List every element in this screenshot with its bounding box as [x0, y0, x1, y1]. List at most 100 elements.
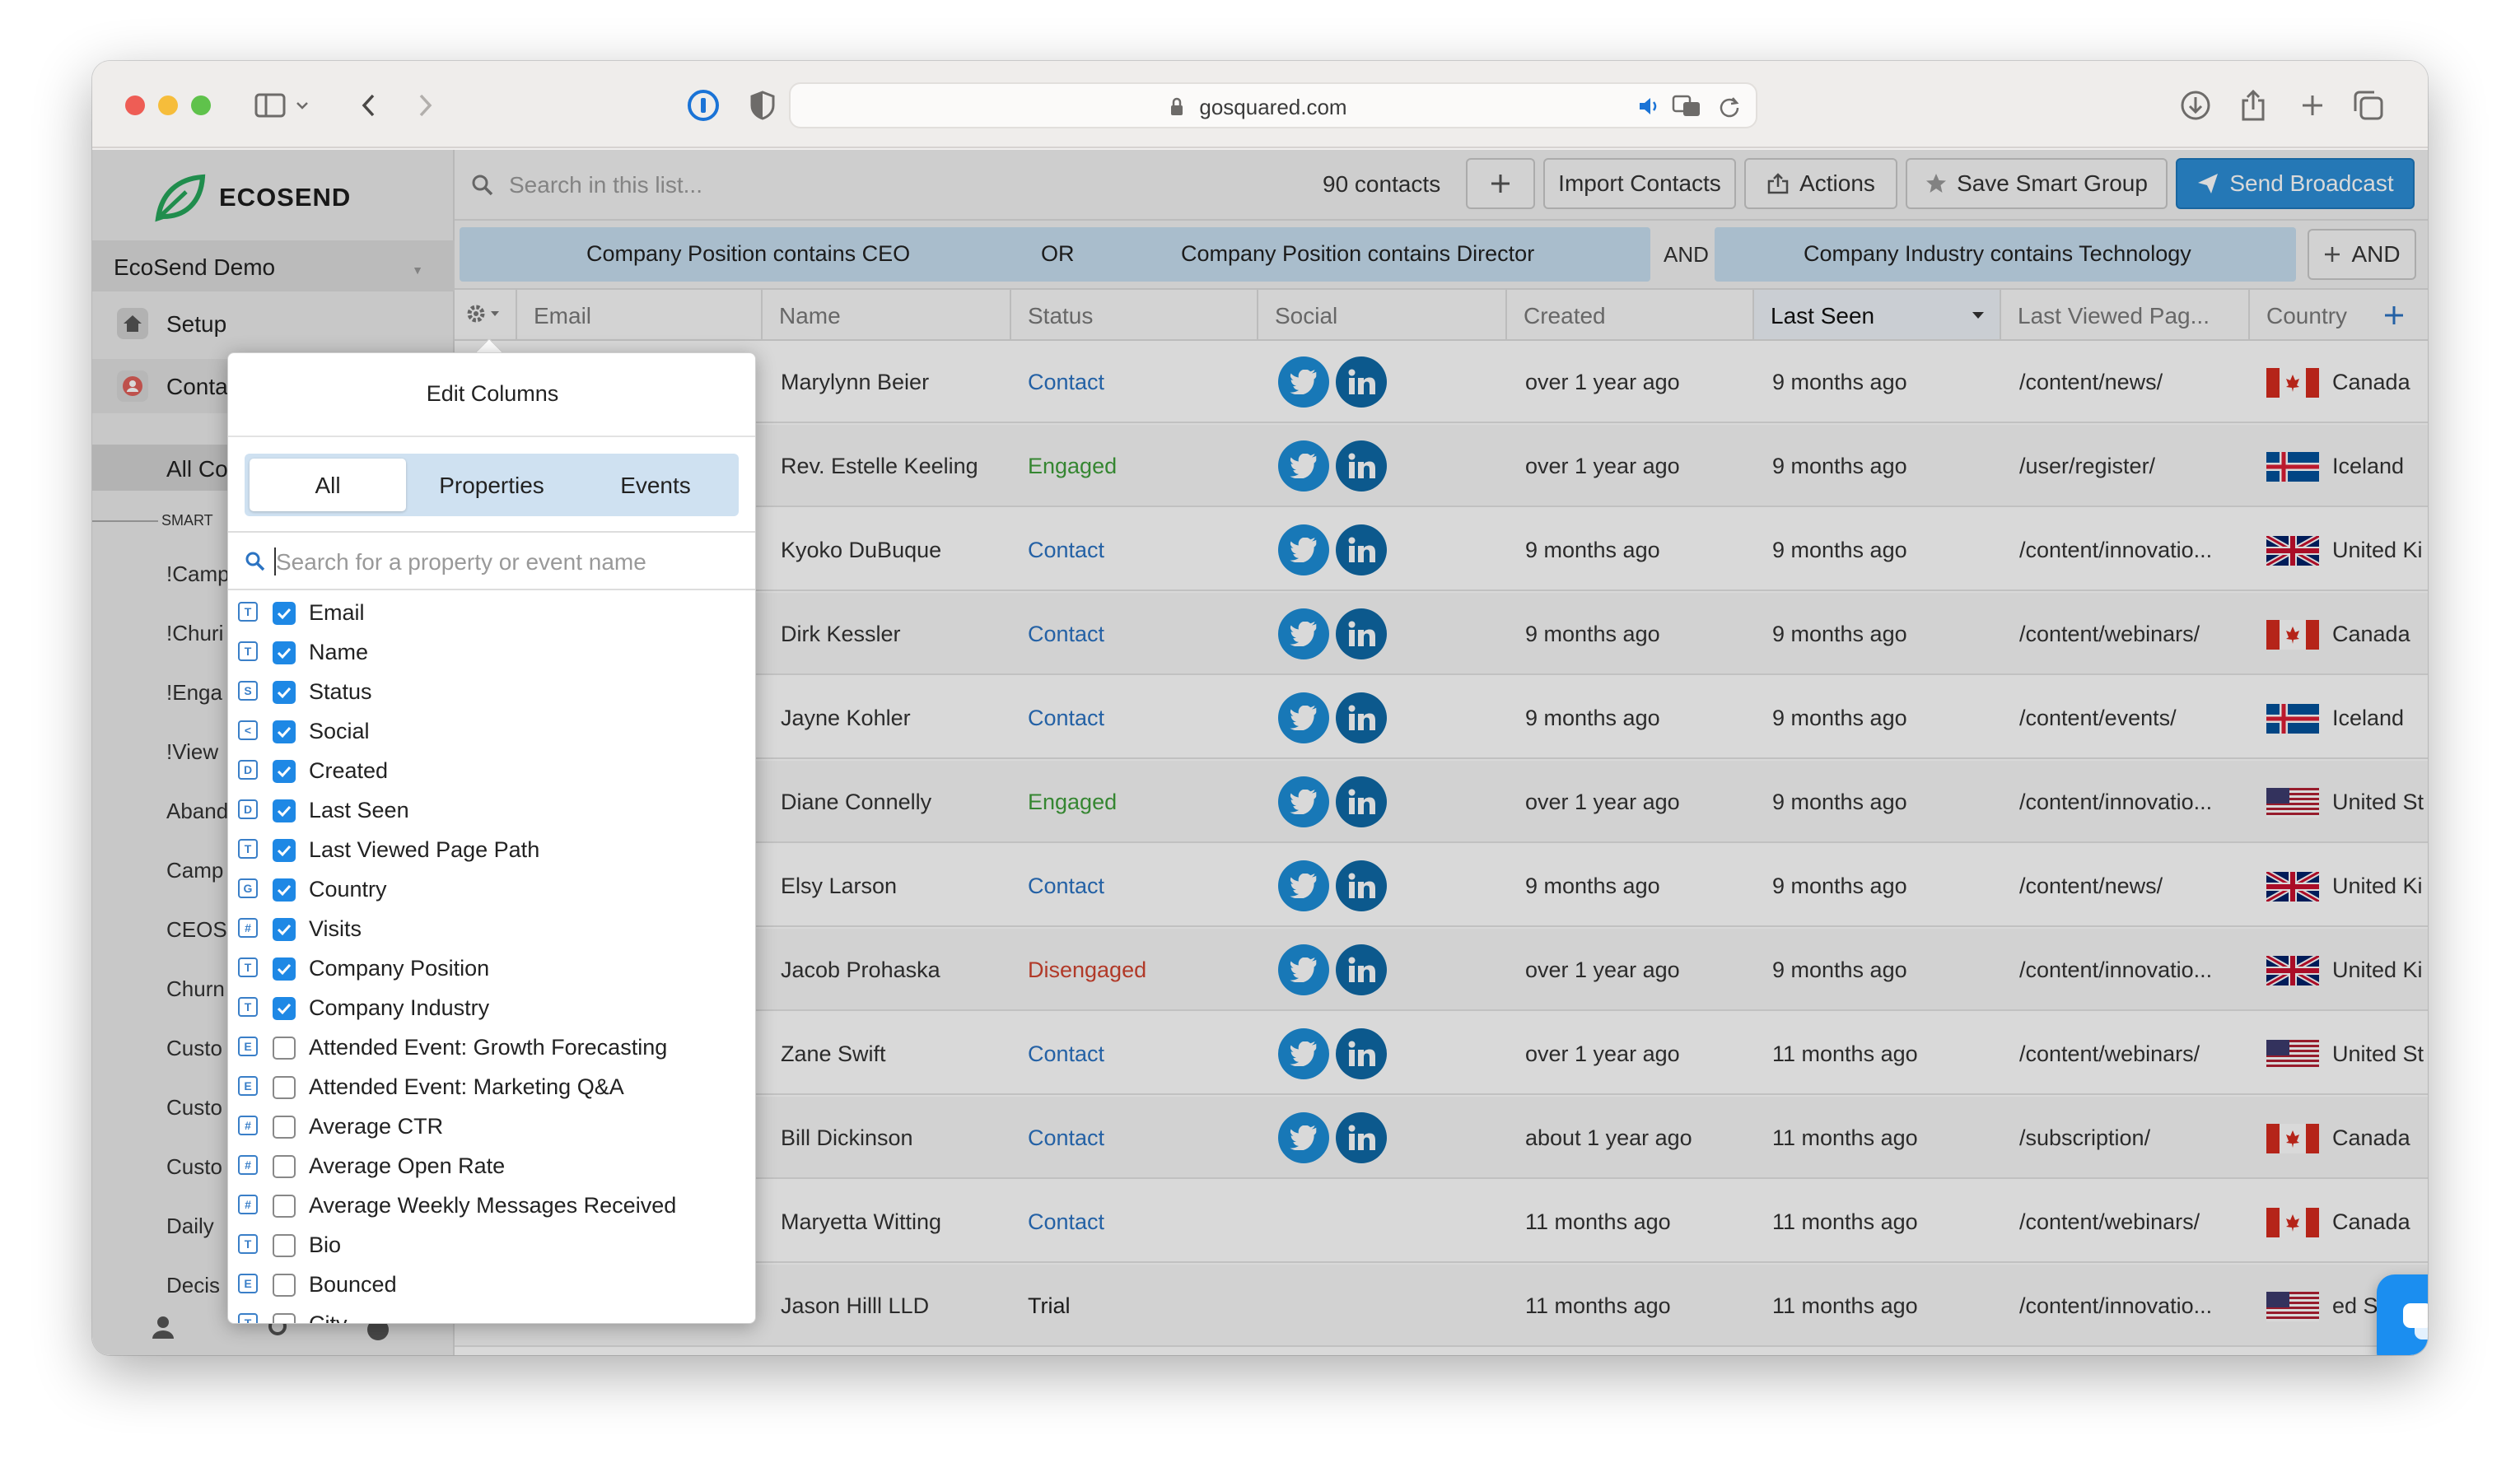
- property-type-icon: T: [238, 997, 258, 1017]
- checkmark-icon: [277, 845, 292, 857]
- column-option[interactable]: # Average Open Rate: [228, 1147, 755, 1186]
- column-option[interactable]: E Attended Event: Marketing Q&A: [228, 1068, 755, 1107]
- zoom-window-button[interactable]: [191, 96, 211, 115]
- property-type-icon: #: [238, 1195, 258, 1214]
- column-checkbox[interactable]: [273, 878, 296, 902]
- column-checkbox[interactable]: [273, 1274, 296, 1297]
- column-option-label: Created: [309, 758, 389, 783]
- checkmark-icon: [277, 884, 292, 897]
- column-option-label: Visits: [309, 916, 362, 941]
- column-checkbox[interactable]: [273, 799, 296, 822]
- chat-bubble-icon: [2403, 1303, 2428, 1340]
- tab-properties[interactable]: Properties: [413, 459, 570, 511]
- forward-icon[interactable]: [405, 86, 445, 125]
- column-option[interactable]: D Created: [228, 752, 755, 790]
- audio-icon[interactable]: [1637, 96, 1662, 121]
- column-option[interactable]: T Email: [228, 594, 755, 632]
- column-option[interactable]: T Bio: [228, 1226, 755, 1265]
- property-search-placeholder: Search for a property or event name: [276, 549, 646, 575]
- column-option[interactable]: T City: [228, 1305, 755, 1324]
- checkmark-icon: [277, 1003, 292, 1015]
- column-option[interactable]: T Company Industry: [228, 989, 755, 1027]
- property-type-icon: E: [238, 1037, 258, 1056]
- new-tab-icon[interactable]: [2293, 86, 2332, 125]
- checkmark-icon: [277, 687, 292, 699]
- column-checkbox[interactable]: [273, 1234, 296, 1257]
- property-type-icon: D: [238, 760, 258, 780]
- column-option-label: Average Weekly Messages Received: [309, 1193, 677, 1218]
- property-type-icon: E: [238, 1274, 258, 1293]
- back-icon[interactable]: [349, 86, 389, 125]
- share-icon[interactable]: [2233, 86, 2273, 125]
- column-checkbox[interactable]: [273, 1116, 296, 1139]
- column-checkbox[interactable]: [273, 1313, 296, 1323]
- downloads-icon[interactable]: [2176, 86, 2215, 125]
- column-option-label: City: [309, 1312, 348, 1324]
- column-option[interactable]: T Name: [228, 633, 755, 672]
- tab-all[interactable]: All: [250, 459, 406, 511]
- tab-events[interactable]: Events: [577, 459, 734, 511]
- column-option-label: Country: [309, 877, 387, 902]
- property-type-icon: T: [238, 1313, 258, 1323]
- column-checkbox[interactable]: [273, 1037, 296, 1060]
- column-option-label: Email: [309, 600, 365, 625]
- checkmark-icon: [277, 726, 292, 738]
- column-checkbox[interactable]: [273, 839, 296, 862]
- property-type-icon: S: [238, 681, 258, 701]
- column-option[interactable]: E Bounced: [228, 1265, 755, 1304]
- column-filter-tabs: All Properties Events: [245, 454, 739, 516]
- column-checkbox[interactable]: [273, 760, 296, 783]
- column-option-label: Status: [309, 679, 372, 704]
- column-option-label: Bio: [309, 1232, 342, 1257]
- privacy-shield-icon[interactable]: [743, 86, 782, 125]
- column-checkbox[interactable]: [273, 1195, 296, 1218]
- column-checkbox[interactable]: [273, 681, 296, 704]
- column-checkbox[interactable]: [273, 918, 296, 941]
- chevron-down-icon[interactable]: [290, 86, 315, 125]
- checkmark-icon: [277, 805, 292, 818]
- column-checkbox[interactable]: [273, 957, 296, 981]
- column-checkbox[interactable]: [273, 641, 296, 664]
- column-option[interactable]: T Last Viewed Page Path: [228, 831, 755, 869]
- reload-icon[interactable]: [1718, 95, 1741, 122]
- address-bar[interactable]: gosquared.com: [789, 82, 1757, 128]
- property-type-icon: G: [238, 878, 258, 898]
- column-option[interactable]: # Visits: [228, 910, 755, 948]
- property-type-icon: #: [238, 918, 258, 938]
- property-type-icon: T: [238, 957, 258, 977]
- close-window-button[interactable]: [125, 96, 145, 115]
- checkmark-icon: [277, 963, 292, 976]
- translate-icon[interactable]: [1672, 95, 1701, 122]
- column-option[interactable]: T Company Position: [228, 949, 755, 988]
- column-option[interactable]: S Status: [228, 673, 755, 711]
- column-option[interactable]: E Attended Event: Growth Forecasting: [228, 1028, 755, 1067]
- popup-title: Edit Columns: [228, 353, 755, 437]
- column-checkbox[interactable]: [273, 720, 296, 743]
- tab-overview-icon[interactable]: [2349, 86, 2388, 125]
- column-option-label: Company Position: [309, 956, 490, 981]
- checkmark-icon: [277, 608, 292, 620]
- column-checkbox[interactable]: [273, 1076, 296, 1099]
- password-manager-icon[interactable]: [684, 86, 723, 125]
- column-option[interactable]: G Country: [228, 870, 755, 909]
- column-option[interactable]: D Last Seen: [228, 791, 755, 830]
- property-type-icon: D: [238, 799, 258, 819]
- chat-widget-button[interactable]: [2377, 1274, 2428, 1355]
- search-icon: [245, 552, 265, 571]
- column-checkbox[interactable]: [273, 602, 296, 625]
- property-type-icon: #: [238, 1155, 258, 1175]
- edit-columns-popup: Edit Columns All Properties Events Searc…: [227, 352, 756, 1324]
- column-option[interactable]: # Average Weekly Messages Received: [228, 1186, 755, 1225]
- lock-icon: [1169, 97, 1184, 121]
- property-search-input[interactable]: Search for a property or event name: [228, 531, 755, 590]
- column-checkbox[interactable]: [273, 1155, 296, 1178]
- column-checkbox[interactable]: [273, 997, 296, 1020]
- minimize-window-button[interactable]: [158, 96, 178, 115]
- sidebar-toggle-icon[interactable]: [250, 86, 290, 125]
- column-option[interactable]: # Average CTR: [228, 1107, 755, 1146]
- property-type-icon: #: [238, 1116, 258, 1135]
- column-option-label: Attended Event: Marketing Q&A: [309, 1074, 624, 1099]
- column-option-label: Average Open Rate: [309, 1153, 506, 1178]
- column-option[interactable]: < Social: [228, 712, 755, 751]
- column-option-label: Company Industry: [309, 995, 490, 1020]
